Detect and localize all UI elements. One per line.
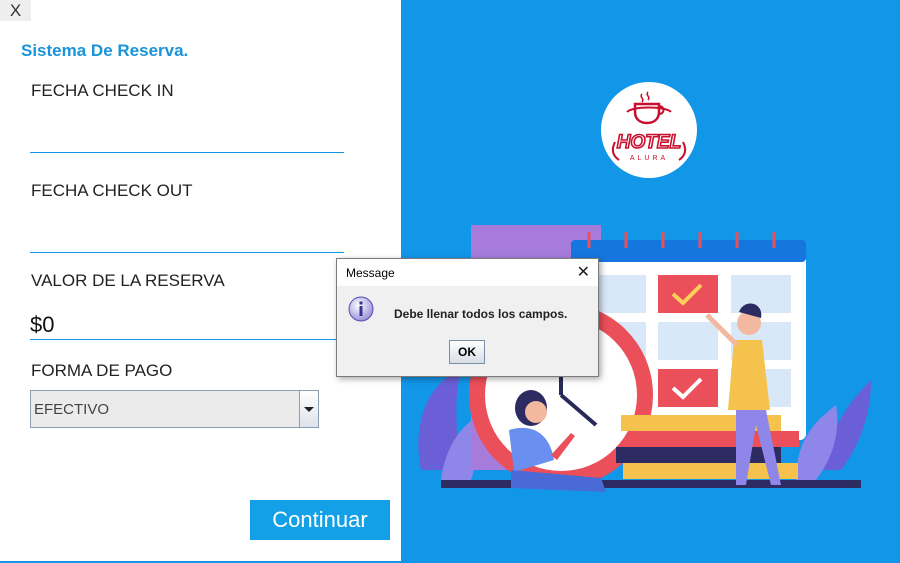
checkin-date-field[interactable] bbox=[30, 118, 344, 153]
info-icon bbox=[348, 296, 374, 322]
reservation-value-label: VALOR DE LA RESERVA bbox=[31, 271, 225, 290]
book bbox=[616, 447, 781, 463]
dropdown-arrow-icon[interactable] bbox=[299, 391, 318, 427]
reservation-value-field[interactable] bbox=[30, 310, 340, 340]
ok-button[interactable]: OK bbox=[449, 340, 485, 364]
close-window-button[interactable]: X bbox=[0, 0, 31, 21]
app-title: Sistema De Reserva. bbox=[21, 41, 189, 60]
message-dialog: Message ✕ Debe llenar todos los campos. … bbox=[336, 258, 599, 377]
calendar-cell-checked bbox=[658, 369, 718, 407]
book bbox=[629, 431, 799, 447]
checkout-date-field[interactable] bbox=[30, 218, 344, 253]
payment-method-label: FORMA DE PAGO bbox=[31, 361, 173, 380]
checkin-label: FECHA CHECK IN bbox=[31, 81, 174, 100]
calendar-cell-checked bbox=[658, 275, 718, 313]
continue-button[interactable]: Continuar bbox=[250, 500, 390, 540]
dialog-close-button[interactable]: ✕ bbox=[577, 262, 590, 282]
woman-face bbox=[525, 401, 547, 423]
dialog-message: Debe llenar todos los campos. bbox=[394, 307, 568, 321]
calendar-header bbox=[571, 240, 806, 262]
ground bbox=[441, 480, 861, 488]
dialog-title: Message bbox=[346, 266, 395, 280]
dialog-titlebar[interactable]: Message ✕ bbox=[337, 259, 598, 286]
payment-method-selected: EFECTIVO bbox=[34, 401, 110, 418]
payment-method-select[interactable]: EFECTIVO bbox=[30, 390, 319, 428]
checkout-label: FECHA CHECK OUT bbox=[31, 181, 193, 200]
